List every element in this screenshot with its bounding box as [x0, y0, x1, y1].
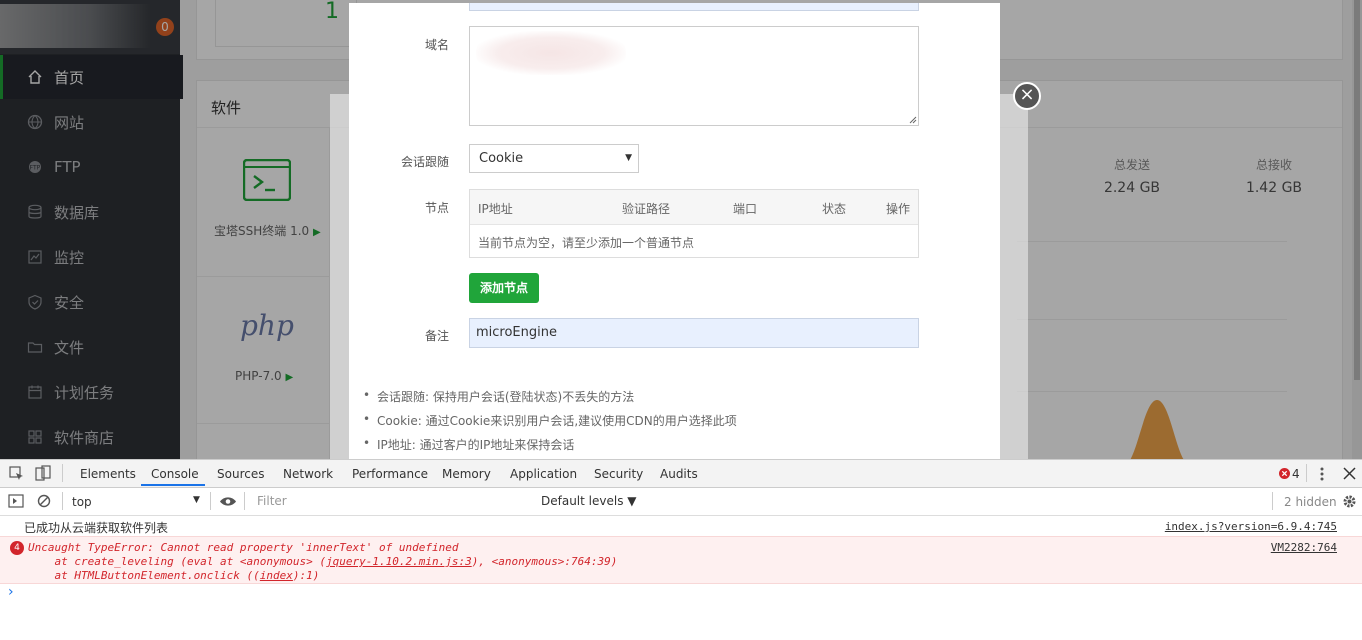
tab-performance[interactable]: Performance [352, 467, 428, 481]
gear-icon[interactable] [1342, 494, 1357, 509]
session-select[interactable]: Cookie ▼ [469, 144, 639, 173]
tip-item: IP地址: 通过客户的IP地址来保持会话 [363, 436, 574, 453]
tab-security[interactable]: Security [594, 467, 643, 481]
domain-value-blurred [476, 31, 626, 75]
add-node-button[interactable]: 添加节点 [469, 273, 539, 303]
divider [244, 492, 245, 510]
devtools-tabbar: Elements Console Sources Network Perform… [0, 460, 1362, 488]
stack-frame: at create_leveling (eval at <anonymous> … [28, 555, 617, 568]
col-port: 端口 [733, 202, 758, 216]
chevron-down-icon[interactable]: ▼ [193, 495, 200, 505]
col-ip: IP地址 [478, 202, 513, 216]
tab-network[interactable]: Network [283, 467, 333, 481]
divider [210, 492, 211, 510]
stack-frame-text: at HTMLButtonElement.onclick (( [28, 569, 260, 582]
node-label: 节点 [424, 201, 449, 215]
tab-audits[interactable]: Audits [660, 467, 698, 481]
device-toolbar-icon[interactable] [35, 465, 51, 481]
error-repeat-badge: 4 [10, 541, 24, 555]
console-message: 已成功从云端获取软件列表 index.js?version=6.9.4:745 [0, 516, 1362, 537]
log-levels-select[interactable]: Default levels ▼ [541, 494, 637, 508]
devtools-panel: Elements Console Sources Network Perform… [0, 459, 1362, 640]
more-options-icon[interactable] [1319, 466, 1325, 482]
log-source-link[interactable]: index.js?version=6.9.4:745 [1165, 520, 1337, 533]
close-icon[interactable]: × [1013, 82, 1041, 110]
tab-application[interactable]: Application [510, 467, 577, 481]
tab-console[interactable]: Console [151, 467, 199, 481]
remark-input[interactable]: microEngine [469, 318, 919, 348]
domain-label: 域名 [424, 38, 449, 52]
tip-item: 会话跟随: 保持用户会话(登陆状态)不丢失的方法 [363, 388, 634, 405]
divider [62, 464, 63, 482]
stack-frame: at HTMLButtonElement.onclick ((index):1) [28, 569, 319, 582]
close-icon[interactable] [1343, 467, 1356, 480]
reverse-proxy-dialog: 域名 会话跟随 Cookie ▼ 节点 IP地址 验证路径 端口 状态 操作 当… [349, 3, 1000, 459]
tab-elements[interactable]: Elements [80, 467, 136, 481]
console-error: 4 Uncaught TypeError: Cannot read proper… [0, 536, 1362, 584]
stack-frame-text: ):1) [292, 569, 320, 582]
console-prompt[interactable]: › [8, 584, 14, 600]
hidden-count: 2 hidden [1284, 495, 1337, 509]
context-select[interactable]: top [72, 495, 92, 509]
log-text: 已成功从云端获取软件列表 [24, 521, 169, 535]
error-icon[interactable] [1279, 468, 1290, 479]
eye-icon[interactable] [219, 496, 237, 507]
domain-textarea[interactable] [469, 26, 919, 126]
error-source-link[interactable]: VM2282:764 [1271, 541, 1337, 554]
divider [1306, 464, 1307, 482]
col-action: 操作 [886, 202, 911, 216]
node-table-header: IP地址 验证路径 端口 状态 操作 [470, 190, 918, 225]
active-tab-indicator [141, 484, 205, 486]
error-count[interactable]: 4 [1292, 467, 1300, 481]
divider [62, 492, 63, 510]
col-path: 验证路径 [622, 202, 671, 216]
filter-input[interactable]: Filter [250, 491, 532, 511]
sidebar-toggle-icon[interactable] [8, 494, 24, 508]
app-area: 0 首页 网站 FTP FTP 数据库 监控 安全 文件 计划任务 软件商店 1… [0, 0, 1362, 459]
col-status: 状态 [822, 202, 847, 216]
node-table-empty: 当前节点为空，请至少添加一个普通节点 [478, 236, 695, 250]
stack-frame-link[interactable]: index [260, 569, 293, 582]
inspect-element-icon[interactable] [9, 466, 24, 481]
session-label: 会话跟随 [400, 155, 449, 169]
session-select-value: Cookie [479, 151, 524, 166]
node-table: IP地址 验证路径 端口 状态 操作 当前节点为空，请至少添加一个普通节点 [469, 189, 919, 258]
remark-label: 备注 [424, 329, 449, 343]
divider [1272, 492, 1273, 510]
clear-console-icon[interactable] [37, 494, 51, 508]
stack-frame-text: at create_leveling (eval at <anonymous> … [28, 555, 327, 568]
tab-sources[interactable]: Sources [217, 467, 264, 481]
previous-input[interactable] [469, 3, 919, 11]
stack-frame-text: ), <anonymous>:764:39) [471, 555, 618, 568]
console-toolbar: top ▼ Filter Default levels ▼ 2 hidden [0, 488, 1362, 516]
stack-frame-link[interactable]: jquery-1.10.2.min.js:3 [326, 555, 472, 568]
error-message: Uncaught TypeError: Cannot read property… [28, 541, 459, 554]
tip-item: Cookie: 通过Cookie来识别用户会话,建议使用CDN的用户选择此项 [363, 412, 737, 429]
resize-handle-icon[interactable] [909, 116, 917, 124]
tab-memory[interactable]: Memory [442, 467, 491, 481]
chevron-down-icon: ▼ [625, 153, 632, 163]
